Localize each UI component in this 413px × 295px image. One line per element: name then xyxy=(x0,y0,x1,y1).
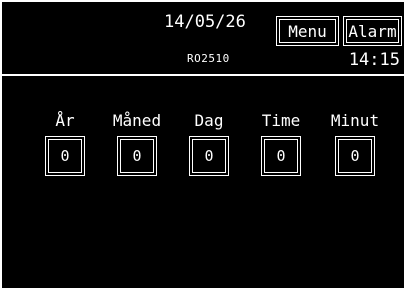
month-field[interactable]: 0 xyxy=(117,136,157,176)
day-field[interactable]: 0 xyxy=(189,136,229,176)
date-display: 14/05/26 xyxy=(164,12,246,32)
day-label: Dag xyxy=(194,111,224,130)
year-label: År xyxy=(55,111,75,130)
screen-code: RO2510 xyxy=(187,52,230,65)
minute-label: Minut xyxy=(330,111,380,130)
hour-field[interactable]: 0 xyxy=(261,136,301,176)
year-field[interactable]: 0 xyxy=(45,136,85,176)
day-value: 0 xyxy=(192,139,226,173)
minute-field[interactable]: 0 xyxy=(335,136,375,176)
month-label: Måned xyxy=(112,111,162,130)
year-value: 0 xyxy=(48,139,82,173)
alarm-button[interactable]: Alarm xyxy=(343,16,402,46)
header-bar: 14/05/26 RO2510 Menu Alarm 14:15 xyxy=(2,2,404,76)
menu-button[interactable]: Menu xyxy=(276,16,339,46)
hmi-screen: 14/05/26 RO2510 Menu Alarm 14:15 År 0 Må… xyxy=(2,2,404,288)
menu-button-label: Menu xyxy=(279,19,336,43)
minute-value: 0 xyxy=(338,139,372,173)
hour-value: 0 xyxy=(264,139,298,173)
clock-display: 14:15 xyxy=(348,50,400,70)
month-value: 0 xyxy=(120,139,154,173)
hour-label: Time xyxy=(261,111,301,130)
alarm-button-label: Alarm xyxy=(346,19,399,43)
